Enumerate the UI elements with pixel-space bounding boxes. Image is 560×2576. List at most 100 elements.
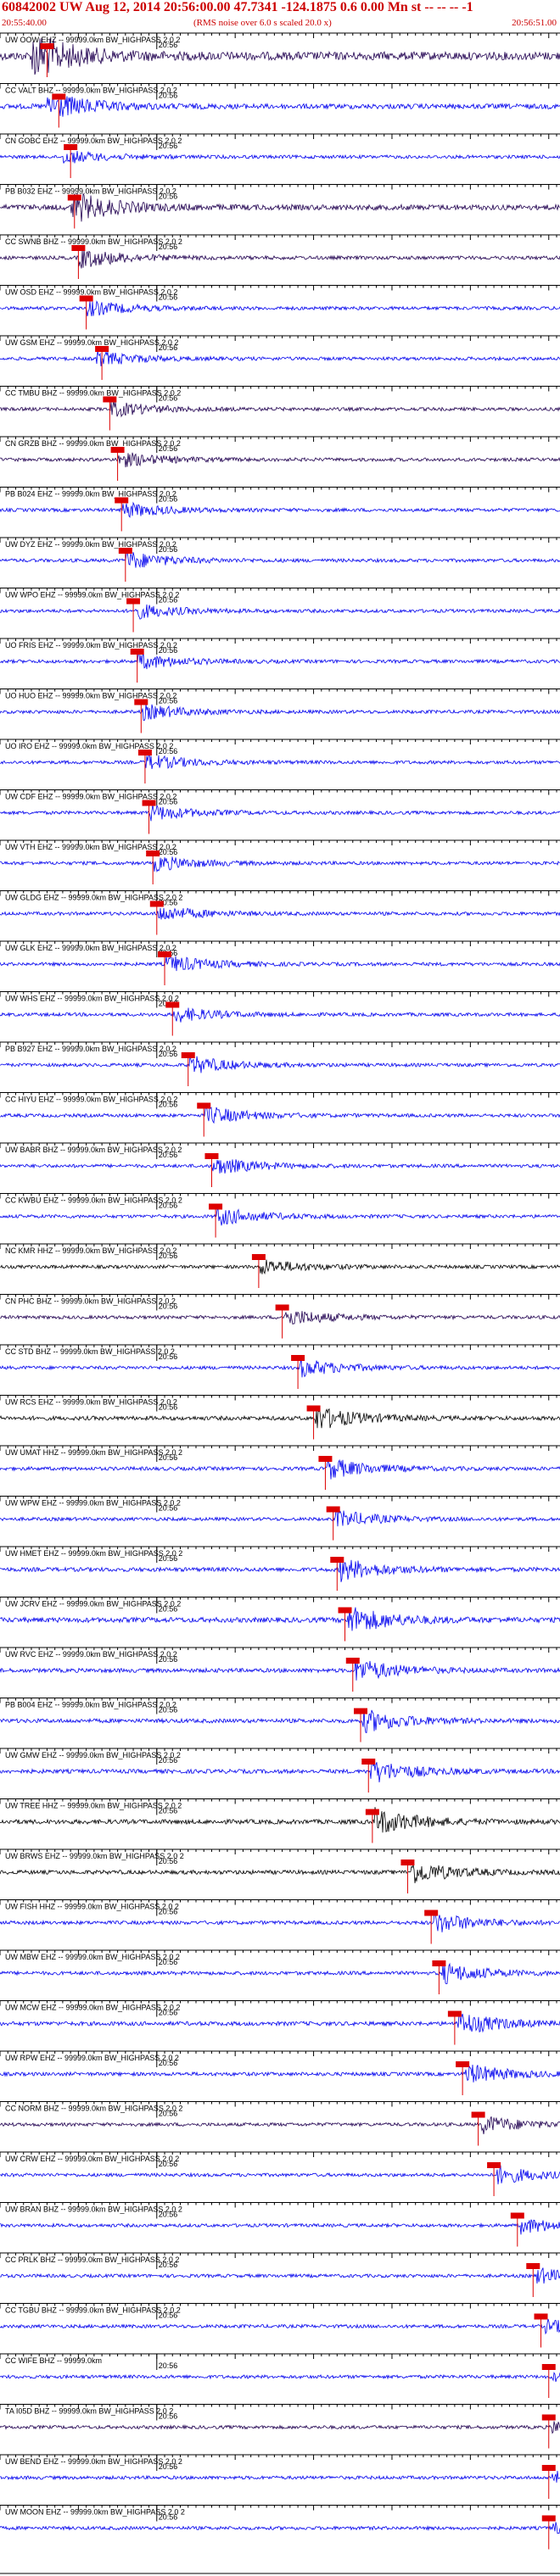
station-label: UW BRWS EHZ -- 99999.0km BW_HIGHPASS 2.0… [5,1852,184,1860]
waveform-trace [0,2318,560,2335]
waveform-trace [0,1259,560,1275]
waveform-trace [0,1659,560,1681]
waveform-trace [0,452,560,468]
station-label: UW BEND EHZ -- 99999.0km BW_HIGHPASS 2.0… [5,2457,182,2466]
waveform-trace [0,856,560,873]
station-label: UW RPW EHZ -- 99999.0km BW_HIGHPASS 2.0 … [5,2054,179,2062]
waveform-trace [0,2013,560,2033]
station-label: UW GMW EHZ -- 99999.0km BW_HIGHPASS 2.0 … [5,1751,181,1759]
waveform-trace [0,1106,560,1124]
waveform-trace [0,2470,560,2483]
waveform-trace [0,1007,560,1023]
station-label: UW GLK EHZ -- 99999.0km BW_HIGHPASS 2.0 … [5,944,176,952]
waveform-trace [0,1559,560,1582]
waveform-trace [0,907,560,920]
waveform-trace [0,501,560,518]
station-label: UW FISH HHZ -- 99999.0km BW_HIGHPASS 2.0… [5,1903,179,1911]
station-label: NC KMR HHZ -- 99999.0km BW_HIGHPASS 2.0 … [5,1246,176,1255]
station-label: UW RVC EHZ -- 99999.0km BW_HIGHPASS 2.0 … [5,1650,177,1659]
waveform-trace [0,1509,560,1527]
waveform-trace [0,1865,560,1883]
station-label: UW WHS EHZ -- 99999.0km BW_HIGHPASS 2.0 … [5,995,179,1003]
station-label: PB B032 EHZ -- 99999.0km BW_HIGHPASS 2.0… [5,187,176,196]
minute-tick-label: 20:56 [159,2361,178,2370]
station-label: UW MOON EHZ -- 99999.0km BW_HIGHPASS 2.0… [5,2508,185,2517]
station-label: UW HMET EHZ -- 99999.0km BW_HIGHPASS 2.0… [5,1549,182,1558]
waveform-trace [0,2219,560,2235]
waveform-trace [0,1458,560,1480]
station-label: PB B927 EHZ -- 99999.0km BW_HIGHPASS 2.0… [5,1045,176,1053]
station-label: UW GSM EHZ -- 99999.0km BW_HIGHPASS 2.0 … [5,338,178,347]
waveform-trace [0,1159,560,1174]
station-label: UW OSD EHZ -- 99999.0km BW_HIGHPASS 2.0 … [5,288,177,297]
station-label: CC TMBU BHZ -- 99999.0km BW_HIGHPASS 2.0… [5,389,181,398]
waveform-trace [0,1807,560,1833]
station-label: UW RCS EHZ -- 99999.0km BW_HIGHPASS 2.0 … [5,1398,177,1407]
station-label: UW DYZ EHZ -- 99999.0km BW_HIGHPASS 2.0 … [5,540,176,549]
waveform-trace [0,300,560,316]
waveform-trace [0,150,560,164]
station-label: UW CDF EHZ -- 99999.0km BW_HIGHPASS 2.0 … [5,793,176,801]
waveform-trace [0,96,560,117]
waveform-trace [0,2064,560,2083]
station-label: UW MCW EHZ -- 99999.0km BW_HIGHPASS 2.0 … [5,2004,180,2012]
waveform-trace [0,350,560,366]
station-label: UW MBW EHZ -- 99999.0km BW_HIGHPASS 2.0 … [5,1953,180,1961]
waveform-trace [0,804,560,822]
seismogram-plot: 20:56 UW OOW EHZ -- 99999.0km BW_HIGHPASS… [0,32,560,2574]
station-label: CC KWBU EHZ -- 99999.0km BW_HIGHPASS 2.0… [5,1196,182,1205]
waveform-trace [0,1759,560,1783]
waveform-trace [0,192,560,222]
waveform-trace [0,1408,560,1429]
station-label: CC NORM BHZ -- 99999.0km BW_HIGHPASS 2.0… [5,2105,182,2113]
station-label: CN GOBC EHZ -- 99999.0km BW_HIGHPASS 2.0… [5,137,182,145]
station-label: CC WIFE BHZ -- 99999.0km [5,2356,102,2365]
station-label: UW UMAT HHZ -- 99999.0km BW_HIGHPASS 2.0… [5,1448,182,1457]
waveform-trace [0,955,560,972]
station-label: UW CRW EHZ -- 99999.0km BW_HIGHPASS 2.0 … [5,2155,179,2163]
waveform-trace [0,1358,560,1378]
station-label: CC VALT BHZ -- 99999.0km BW_HIGHPASS 2.0… [5,86,177,95]
station-label: UW BABR BHZ -- 99999.0km BW_HIGHPASS 2.0… [5,1146,182,1154]
station-label: CC HIYU EHZ -- 99999.0km BW_HIGHPASS 2.0… [5,1096,177,1104]
station-label: UO IRO EHZ -- 99999.0km BW_HIGHPASS 2.0 … [5,742,173,750]
waveform-trace [0,249,560,269]
waveform-trace [0,1208,560,1226]
waveform-trace [0,1911,560,1932]
station-label: UW OOW EHZ -- 99999.0km BW_HIGHPASS 2.0 … [5,36,180,44]
station-label: UW WPW EHZ -- 99999.0km BW_HIGHPASS 2.0 … [5,1499,181,1508]
station-label: UW BRAN BHZ -- 99999.0km BW_HIGHPASS 2.0… [5,2205,182,2214]
waveform-trace [0,652,560,670]
station-label: PB B024 EHZ -- 99999.0km BW_HIGHPASS 2.0… [5,490,176,499]
waveform-trace [0,2372,560,2383]
station-label: UW TREE HHZ -- 99999.0km BW_HIGHPASS 2.0… [5,1802,182,1810]
waveform-trace [0,604,560,620]
station-label: CC SWNB BHZ -- 99999.0km BW_HIGHPASS 2.0… [5,237,182,246]
waveform-trace [0,2116,560,2135]
station-label: UW WPO EHZ -- 99999.0km BW_HIGHPASS 2.0 … [5,591,179,599]
waveform-trace [0,2421,560,2434]
waveform-trace [0,1709,560,1734]
station-label: CC TGBU BHZ -- 99999.0km BW_HIGHPASS 2.0… [5,2306,181,2315]
station-label: CC STD BHZ -- 99999.0km BW_HIGHPASS 2.0 … [5,1347,175,1356]
waveform-trace [0,1055,560,1073]
waveform-trace [0,704,560,722]
waveform-trace [0,551,560,568]
station-label: UW VTH EHZ -- 99999.0km BW_HIGHPASS 2.0 … [5,843,176,851]
station-label: PB B004 EHZ -- 99999.0km BW_HIGHPASS 2.0… [5,1701,176,1709]
waveform-trace [0,2522,560,2534]
waveform-trace [0,1311,560,1325]
station-label: UW JCRV EHZ -- 99999.0km BW_HIGHPASS 2.0… [5,1600,181,1609]
station-label: TA I05D BHZ -- 99999.0km BW_HIGHPASS 2.0… [5,2407,173,2416]
waveform-trace [0,754,560,769]
station-label: CC PRLK BHZ -- 99999.0km BW_HIGHPASS 2.0… [5,2255,179,2264]
waveform-trace [0,400,560,418]
station-label: CN GRZB BHZ -- 99999.0km BW_HIGHPASS 2.0… [5,439,181,448]
station-label: UO FRIS EHZ -- 99999.0km BW_HIGHPASS 2.0… [5,641,177,650]
waveform-trace [0,2165,560,2185]
station-label: CN PHC BHZ -- 99999.0km BW_HIGHPASS 2.0 … [5,1297,176,1306]
station-label: UW GLDG EHZ -- 99999.0km BW_HIGHPASS 2.0… [5,894,182,902]
waveform-trace [0,1962,560,1985]
waveform-trace [0,1607,560,1631]
waveform-trace [0,2267,560,2284]
